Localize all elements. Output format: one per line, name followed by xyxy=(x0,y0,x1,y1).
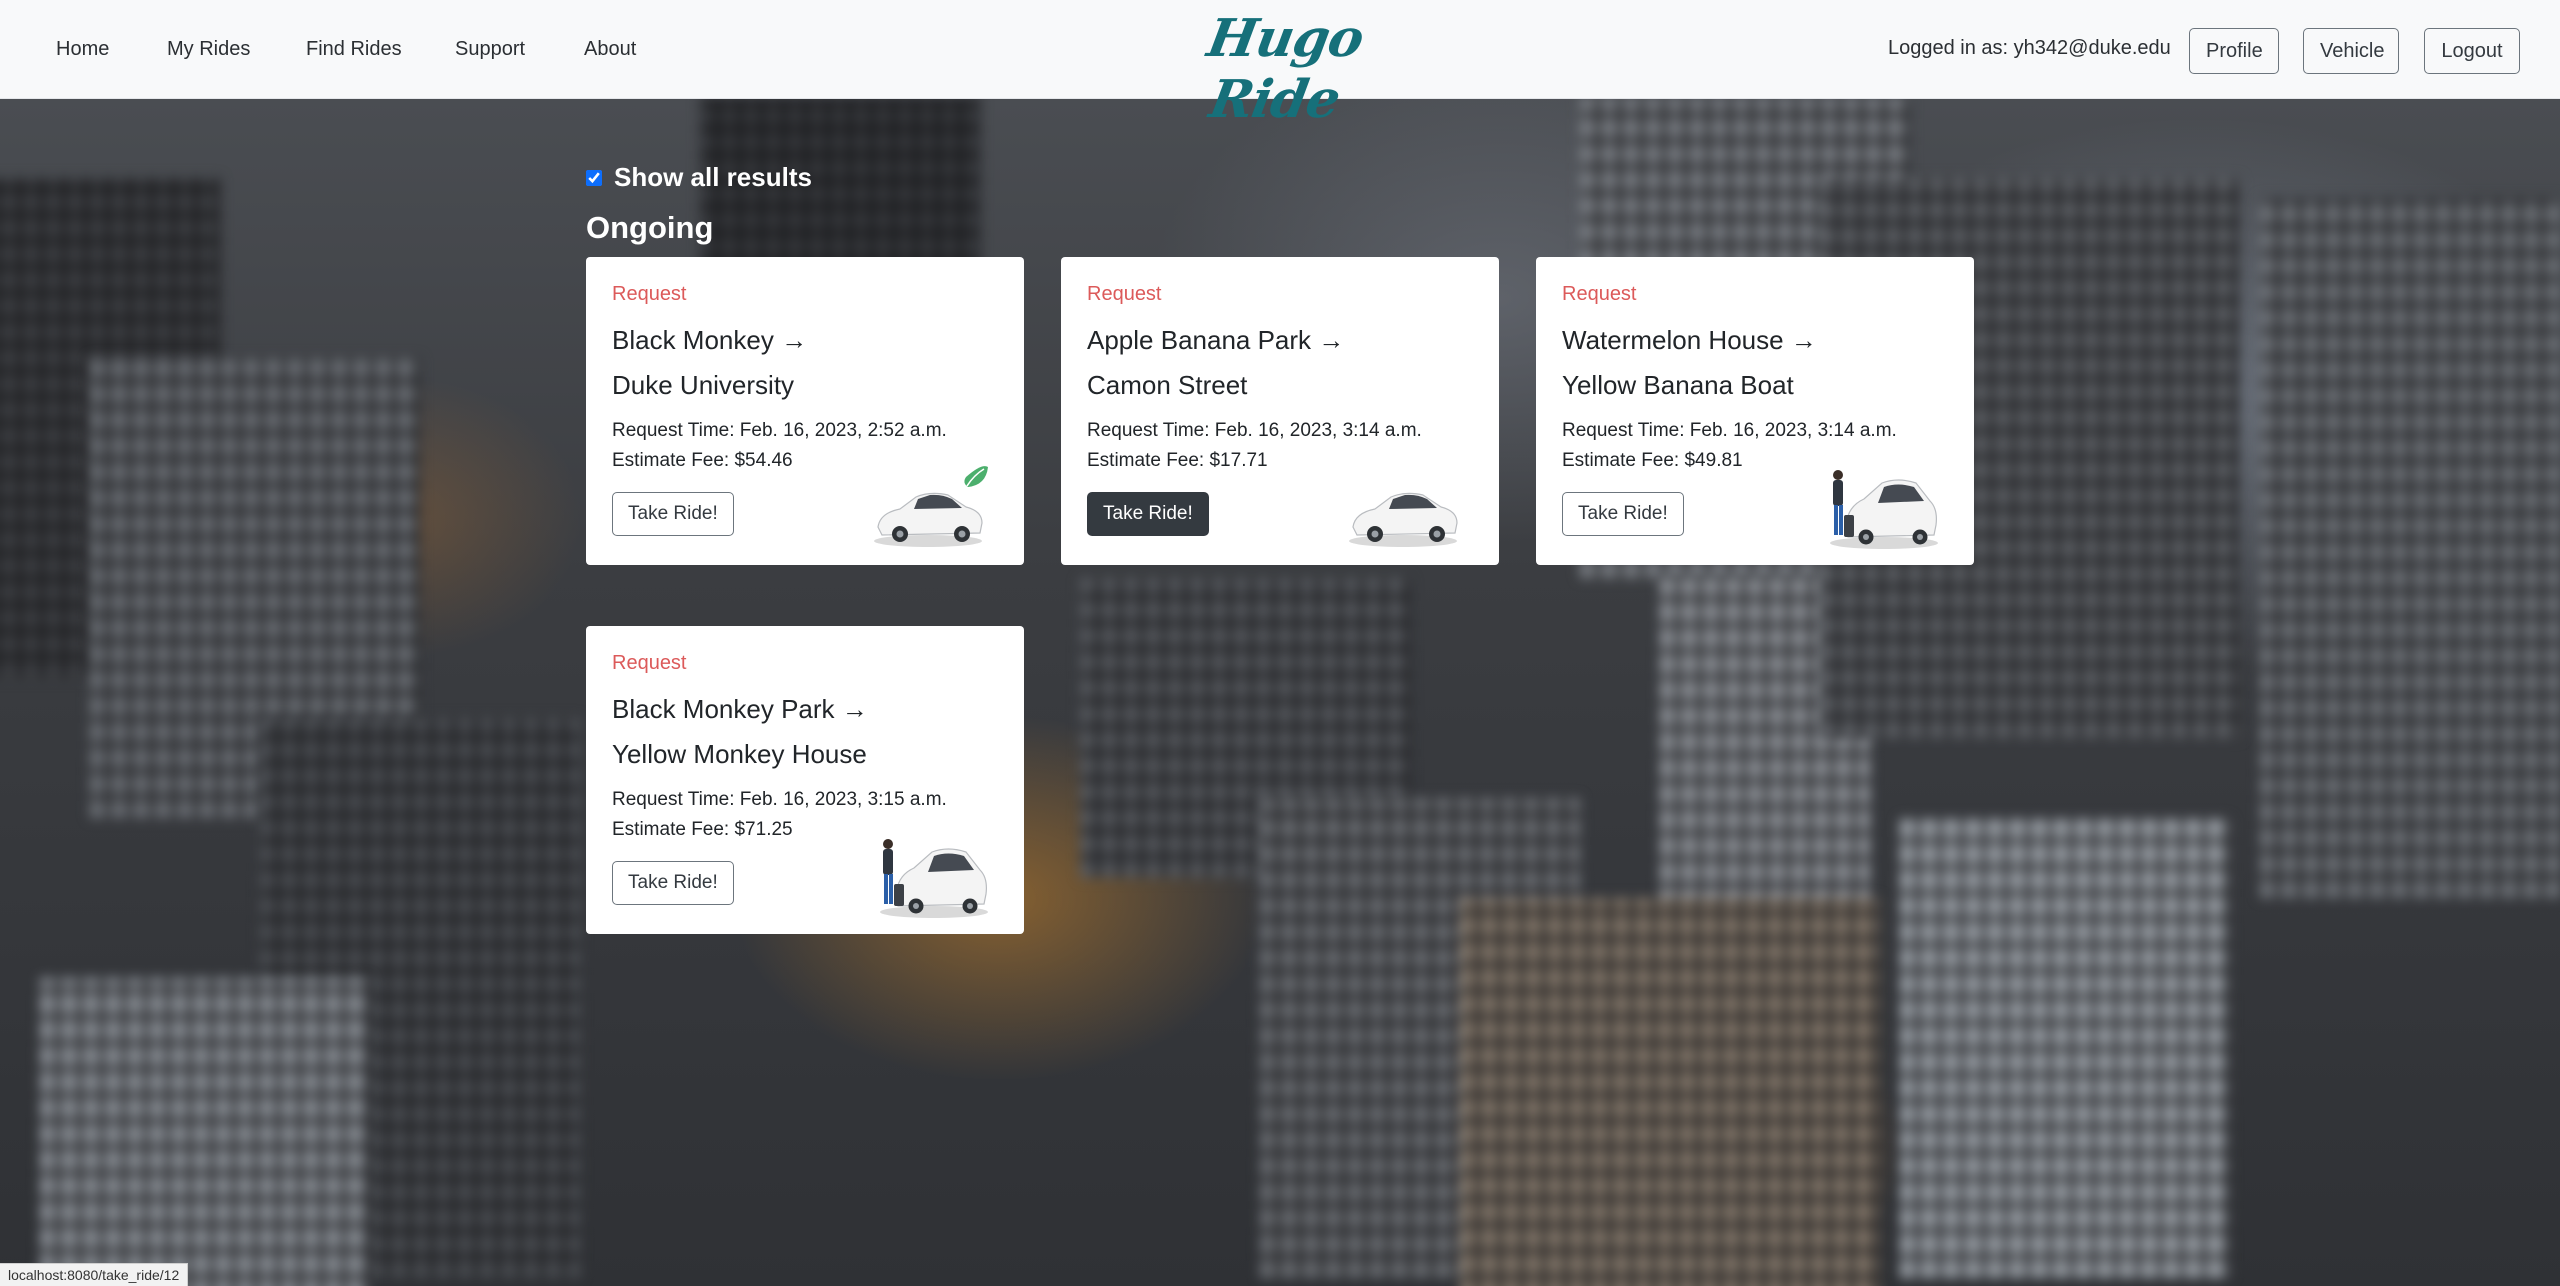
take-ride-button[interactable]: Take Ride! xyxy=(1562,492,1684,536)
nav-about-link[interactable]: About xyxy=(584,38,636,61)
show-all-label: Show all results xyxy=(614,162,812,192)
navbar: Home My Rides Find Rides Support About H… xyxy=(0,0,2560,130)
ride-origin: Black Monkey → xyxy=(612,325,808,355)
ride-destination: Yellow Monkey House xyxy=(612,739,867,769)
eco-car-icon xyxy=(874,466,988,547)
ride-destination: Camon Street xyxy=(1087,370,1248,400)
van-with-passenger-icon xyxy=(1830,470,1938,549)
nav-find-rides-link[interactable]: Find Rides xyxy=(306,38,402,61)
ride-request-time: Request Time: Feb. 16, 2023, 2:52 a.m. xyxy=(612,420,947,441)
ride-status: Request xyxy=(1087,283,1162,305)
ride-status: Request xyxy=(1562,283,1637,305)
logout-button[interactable]: Logout xyxy=(2424,28,2520,74)
take-ride-button[interactable]: Take Ride! xyxy=(612,861,734,905)
ride-card: Request Apple Banana Park → Camon Street… xyxy=(1061,257,1499,565)
ride-status: Request xyxy=(612,652,687,674)
nav-my-rides-link[interactable]: My Rides xyxy=(167,38,250,61)
profile-button[interactable]: Profile xyxy=(2189,28,2279,74)
vehicle-button[interactable]: Vehicle xyxy=(2303,28,2399,74)
link-preview-statusbar: localhost:8080/take_ride/12 xyxy=(0,1263,189,1286)
show-all-checkbox[interactable] xyxy=(586,169,602,186)
ride-status: Request xyxy=(612,283,687,305)
ride-card: Request Watermelon House → Yellow Banana… xyxy=(1536,257,1974,565)
section-title: Ongoing xyxy=(586,210,714,245)
ride-card: Request Black Monkey → Duke University R… xyxy=(586,257,1024,565)
ride-origin: Watermelon House → xyxy=(1562,325,1817,355)
ride-request-time: Request Time: Feb. 16, 2023, 3:14 a.m. xyxy=(1087,420,1422,441)
ride-destination: Yellow Banana Boat xyxy=(1562,370,1794,400)
logged-in-text: Logged in as: yh342@duke.edu xyxy=(1888,37,2171,59)
nav-support-link[interactable]: Support xyxy=(455,38,525,61)
ride-request-time: Request Time: Feb. 16, 2023, 3:15 a.m. xyxy=(612,789,947,810)
ride-origin: Black Monkey Park → xyxy=(612,694,868,724)
van-with-passenger-icon xyxy=(880,839,988,918)
nav-home-link[interactable]: Home xyxy=(56,38,109,61)
ride-card: Request Black Monkey Park → Yellow Monke… xyxy=(586,626,1024,934)
car-icon xyxy=(1349,492,1458,547)
ride-origin: Apple Banana Park → xyxy=(1087,325,1345,355)
brand-logo[interactable]: Hugo Ride xyxy=(1169,8,1391,130)
take-ride-button[interactable]: Take Ride! xyxy=(612,492,734,536)
ride-destination: Duke University xyxy=(612,370,795,400)
take-ride-button[interactable]: Take Ride! xyxy=(1087,492,1209,536)
ride-request-time: Request Time: Feb. 16, 2023, 3:14 a.m. xyxy=(1562,420,1897,441)
show-all-toggle[interactable]: Show all results xyxy=(586,162,812,193)
